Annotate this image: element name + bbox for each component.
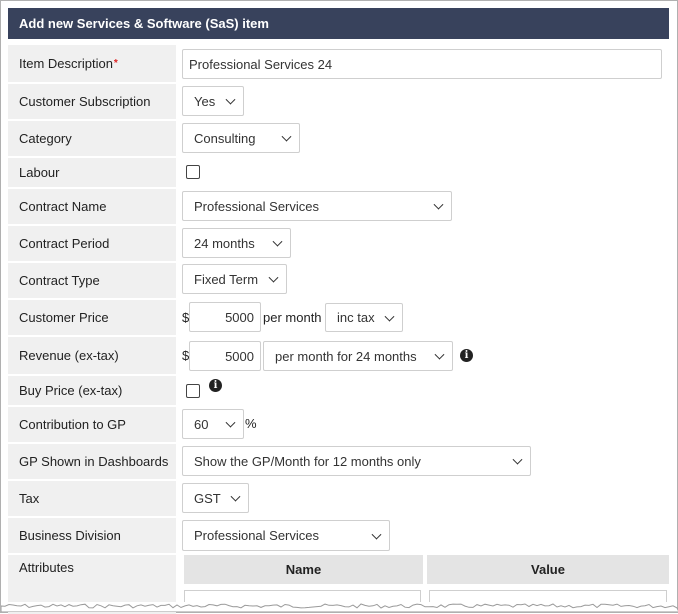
row-contribution-to-gp: Contribution to GP 60 % — [8, 407, 669, 442]
chevron-down-icon — [225, 94, 236, 105]
revenue-period-select[interactable]: per month for 24 months — [263, 341, 453, 371]
contribution-to-gp-select[interactable]: 60 — [182, 409, 244, 439]
attributes-column-value: Value — [427, 555, 669, 584]
contribution-to-gp-label: Contribution to GP — [8, 407, 176, 442]
item-description-label: Item Description * — [8, 45, 176, 82]
customer-price-label: Customer Price — [8, 300, 176, 335]
category-label: Category — [8, 121, 176, 156]
chevron-down-icon — [384, 311, 395, 322]
labour-checkbox[interactable] — [186, 165, 200, 179]
row-tax: Tax GST — [8, 481, 669, 516]
buy-price-label: Buy Price (ex-tax) — [8, 376, 176, 405]
row-gp-shown: GP Shown in Dashboards Show the GP/Month… — [8, 444, 669, 479]
customer-price-unit: per month — [263, 310, 322, 325]
row-business-division: Business Division Professional Services — [8, 518, 669, 553]
contract-name-select[interactable]: Professional Services — [182, 191, 452, 221]
buy-price-checkbox[interactable] — [186, 384, 200, 398]
gp-shown-select[interactable]: Show the GP/Month for 12 months only — [182, 446, 531, 476]
info-icon[interactable]: i — [209, 379, 222, 392]
torn-edge — [1, 602, 678, 612]
row-contract-name: Contract Name Professional Services — [8, 189, 669, 224]
chevron-down-icon — [272, 236, 283, 247]
row-contract-type: Contract Type Fixed Term — [8, 263, 669, 298]
add-sas-item-dialog: Add new Services & Software (SaS) item I… — [0, 0, 678, 614]
torn-edge-shape — [1, 603, 678, 612]
revenue-label: Revenue (ex-tax) — [8, 337, 176, 374]
customer-subscription-select[interactable]: Yes — [182, 86, 244, 116]
chevron-down-icon — [268, 272, 279, 283]
gp-shown-label: GP Shown in Dashboards — [8, 444, 176, 479]
chevron-down-icon — [512, 454, 523, 465]
tax-label: Tax — [8, 481, 176, 516]
contract-period-label: Contract Period — [8, 226, 176, 261]
chevron-down-icon — [230, 491, 241, 502]
row-contract-period: Contract Period 24 months — [8, 226, 669, 261]
tax-select[interactable]: GST — [182, 483, 249, 513]
contract-type-label: Contract Type — [8, 263, 176, 298]
contract-type-select[interactable]: Fixed Term — [182, 264, 287, 294]
labour-label: Labour — [8, 158, 176, 187]
contract-name-label: Contract Name — [8, 189, 176, 224]
chevron-down-icon — [434, 349, 445, 360]
customer-price-input[interactable]: 5000 — [189, 302, 261, 332]
tax-mode-select[interactable]: inc tax — [325, 303, 403, 332]
chevron-down-icon — [433, 199, 444, 210]
required-marker: * — [113, 58, 118, 69]
row-customer-subscription: Customer Subscription Yes — [8, 84, 669, 119]
contract-period-select[interactable]: 24 months — [182, 228, 291, 258]
attributes-column-name: Name — [184, 555, 423, 584]
chevron-down-icon — [371, 529, 382, 540]
percent-suffix: % — [245, 416, 257, 431]
chevron-down-icon — [281, 131, 292, 142]
row-item-description: Item Description * Professional Services… — [8, 45, 669, 82]
item-description-input[interactable]: Professional Services 24 — [182, 49, 662, 79]
revenue-input[interactable]: 5000 — [189, 341, 261, 371]
row-buy-price: Buy Price (ex-tax) i — [8, 376, 669, 405]
business-division-label: Business Division — [8, 518, 176, 553]
info-icon[interactable]: i — [460, 349, 473, 362]
chevron-down-icon — [225, 417, 236, 428]
row-category: Category Consulting — [8, 121, 669, 156]
category-select[interactable]: Consulting — [182, 123, 300, 153]
row-revenue: Revenue (ex-tax) $ 5000 per month for 24… — [8, 337, 669, 374]
dialog-title: Add new Services & Software (SaS) item — [8, 8, 669, 39]
business-division-select[interactable]: Professional Services — [182, 520, 390, 551]
customer-subscription-label: Customer Subscription — [8, 84, 176, 119]
row-customer-price: Customer Price $ 5000 per month inc tax — [8, 300, 669, 335]
row-labour: Labour — [8, 158, 669, 187]
